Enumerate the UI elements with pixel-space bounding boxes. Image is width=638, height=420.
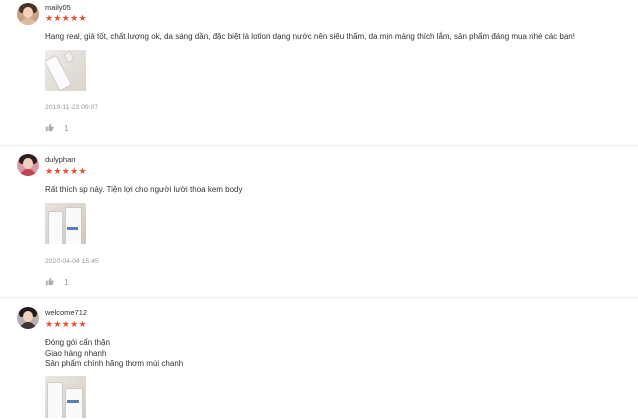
review-item: maily05 ★★★★★ Hang real, giá tốt, chất l… [0,0,638,145]
like-count: 1 [64,124,69,133]
thumbs-up-icon [45,277,54,286]
bottle-image [48,211,63,244]
like-count: 1 [64,278,69,287]
avatar[interactable] [17,154,39,176]
avatar-face [23,158,33,169]
review-photo[interactable] [45,50,86,91]
review-text: Đóng gói cẩn thận Giao hàng nhanh Sản ph… [45,338,184,368]
like-button[interactable]: 1 [45,123,69,133]
bottle-image [65,207,82,244]
star-rating: ★★★★★ [45,319,87,329]
thumbs-up-icon [45,123,54,132]
username[interactable]: dulyphan [45,155,75,164]
avatar-face [23,7,33,18]
review-photo[interactable] [45,376,86,418]
review-text: Rất thích sp này. Tiện lợi cho người lườ… [45,185,243,194]
review-date: 2020-04-04 15:45 [45,258,99,265]
star-rating: ★★★★★ [45,13,87,23]
bottle-label-image [67,400,79,403]
review-text: Hang real, giá tốt, chất lượng ok, da sá… [45,32,575,41]
bottle-image [65,388,83,418]
username[interactable]: welcome712 [45,308,87,317]
star-rating: ★★★★★ [45,166,87,176]
bottle-image [47,382,63,418]
avatar[interactable] [17,3,39,25]
avatar-face [23,311,33,322]
avatar-body [20,169,36,176]
avatar-body [20,18,36,25]
review-photo[interactable] [45,203,86,244]
review-date: 2019-11-23 09:07 [45,104,99,111]
avatar-body [20,322,36,329]
review-item: dulyphan ★★★★★ Rất thích sp này. Tiện lợ… [0,146,638,297]
bottle-cap-image [63,50,75,64]
like-button[interactable]: 1 [45,277,69,287]
avatar[interactable] [17,307,39,329]
bottle-label-image [67,227,78,230]
username[interactable]: maily05 [45,3,71,12]
review-item: welcome712 ★★★★★ Đóng gói cẩn thận Giao … [0,298,638,420]
